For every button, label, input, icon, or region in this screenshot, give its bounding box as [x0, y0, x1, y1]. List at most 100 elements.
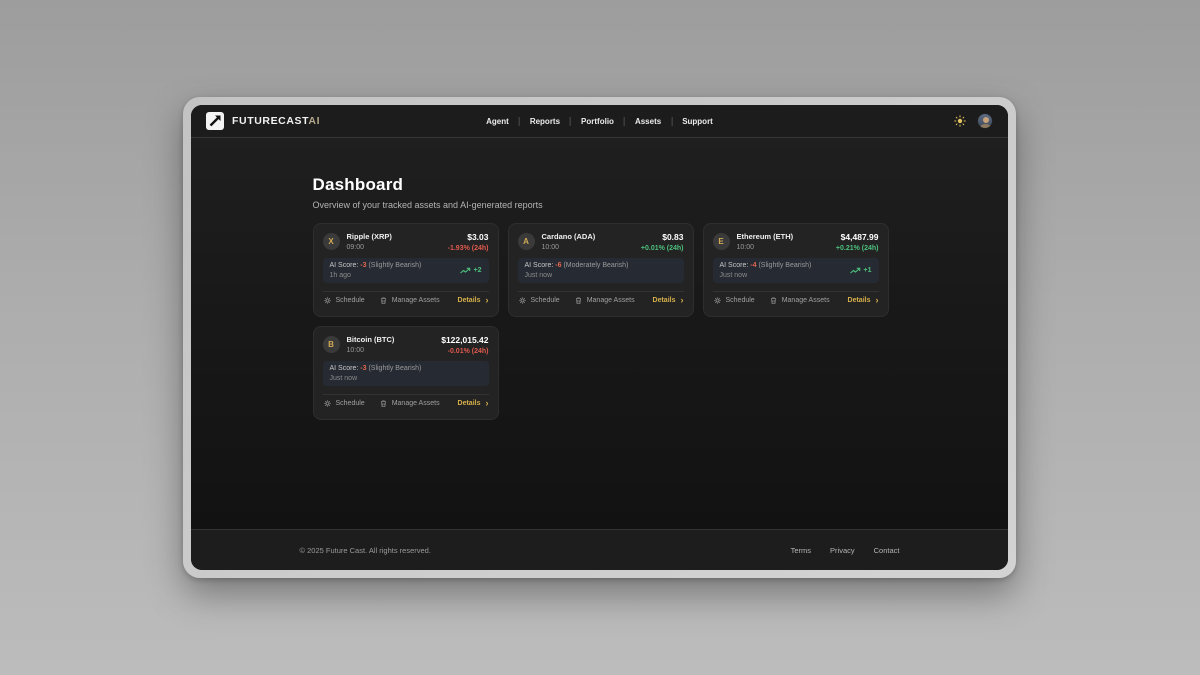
nav-item-agent[interactable]: Agent: [476, 117, 519, 126]
schedule-label: Schedule: [336, 400, 365, 407]
trash-icon: [379, 296, 388, 305]
details-link[interactable]: Details ›: [458, 400, 489, 407]
schedule-label: Schedule: [726, 297, 755, 304]
ai-score-box: AI Score: -6 (Moderately Bearish) Just n…: [518, 258, 684, 283]
ai-score-label: AI Score:: [330, 262, 359, 269]
asset-price: $4,487.99: [836, 232, 879, 242]
card-header: A Cardano (ADA) 10:00 $0.83 +0.01% (24h): [518, 232, 684, 252]
footer-link-privacy[interactable]: Privacy: [830, 546, 855, 555]
main-content: Dashboard Overview of your tracked asset…: [191, 138, 1008, 529]
gear-icon: [518, 296, 527, 305]
page-subtitle: Overview of your tracked assets and AI-g…: [313, 200, 887, 210]
ai-score-value: -6: [555, 262, 561, 269]
asset-price: $0.83: [641, 232, 684, 242]
asset-initial-badge: B: [323, 336, 340, 353]
brand-name: FUTURECASTAI: [232, 115, 320, 127]
manage-assets-button[interactable]: Manage Assets: [769, 296, 830, 305]
chevron-right-icon: ›: [876, 297, 879, 304]
asset-change: -1.93% (24h): [448, 245, 489, 252]
trend-value: +2: [474, 267, 482, 274]
card-actions: Schedule Manage Assets Details ›: [713, 292, 879, 308]
manage-assets-button[interactable]: Manage Assets: [574, 296, 635, 305]
footer-link-terms[interactable]: Terms: [791, 546, 811, 555]
asset-name: Cardano (ADA): [542, 232, 596, 241]
card-header: E Ethereum (ETH) 10:00 $4,487.99 +0.21% …: [713, 232, 879, 252]
brand-name-accent: AI: [308, 115, 320, 127]
manage-assets-label: Manage Assets: [587, 297, 635, 304]
ai-score-label: AI Score:: [525, 262, 554, 269]
asset-card-cardano: A Cardano (ADA) 10:00 $0.83 +0.01% (24h): [508, 223, 694, 317]
chevron-right-icon: ›: [486, 400, 489, 407]
schedule-button[interactable]: Schedule: [713, 296, 755, 305]
trend-badge: +1: [850, 267, 872, 275]
theme-toggle-sun-icon[interactable]: [954, 115, 966, 127]
footer-inner: © 2025 Future Cast. All rights reserved.…: [300, 546, 900, 555]
brand[interactable]: FUTURECASTAI: [206, 112, 320, 130]
trend-value: +1: [864, 267, 872, 274]
details-label: Details: [458, 297, 481, 304]
manage-assets-button[interactable]: Manage Assets: [379, 399, 440, 408]
trend-badge: +2: [460, 267, 482, 275]
ai-score-desc: (Slightly Bearish): [368, 262, 421, 269]
asset-initial-badge: X: [323, 233, 340, 250]
ai-score-box: AI Score: -3 (Slightly Bearish) 1h ago +…: [323, 258, 489, 283]
asset-price: $3.03: [448, 232, 489, 242]
gear-icon: [713, 296, 722, 305]
ai-score-updated: 1h ago: [330, 272, 422, 279]
ai-score-desc: (Slightly Bearish): [758, 262, 811, 269]
manage-assets-label: Manage Assets: [392, 297, 440, 304]
ai-score-value: -4: [750, 262, 756, 269]
details-link[interactable]: Details ›: [653, 297, 684, 304]
footer-link-contact[interactable]: Contact: [874, 546, 900, 555]
dashboard-container: Dashboard Overview of your tracked asset…: [313, 138, 887, 529]
trash-icon: [574, 296, 583, 305]
asset-initial-badge: E: [713, 233, 730, 250]
manage-assets-label: Manage Assets: [782, 297, 830, 304]
ai-score-updated: Just now: [720, 272, 812, 279]
asset-time: 10:00: [347, 347, 395, 354]
asset-change: +0.01% (24h): [641, 245, 684, 252]
chevron-right-icon: ›: [486, 297, 489, 304]
details-label: Details: [653, 297, 676, 304]
trend-up-icon: [850, 267, 861, 275]
nav-item-support[interactable]: Support: [672, 117, 723, 126]
ai-score-desc: (Moderately Bearish): [563, 262, 628, 269]
asset-card-ethereum: E Ethereum (ETH) 10:00 $4,487.99 +0.21% …: [703, 223, 889, 317]
top-navbar: FUTURECASTAI Agent Reports Portfolio Ass…: [191, 105, 1008, 138]
schedule-button[interactable]: Schedule: [323, 399, 365, 408]
main-nav: Agent Reports Portfolio Assets Support: [476, 117, 723, 126]
manage-assets-label: Manage Assets: [392, 400, 440, 407]
asset-card-ripple: X Ripple (XRP) 09:00 $3.03 -1.93% (24h): [313, 223, 499, 317]
ai-score-desc: (Slightly Bearish): [368, 365, 421, 372]
asset-change: -0.01% (24h): [441, 348, 488, 355]
details-link[interactable]: Details ›: [458, 297, 489, 304]
schedule-label: Schedule: [531, 297, 560, 304]
trash-icon: [379, 399, 388, 408]
ai-score-updated: Just now: [330, 375, 422, 382]
schedule-button[interactable]: Schedule: [323, 296, 365, 305]
details-link[interactable]: Details ›: [848, 297, 879, 304]
asset-initial-badge: A: [518, 233, 535, 250]
brand-name-primary: FUTURECAST: [232, 115, 308, 127]
ai-score-label: AI Score:: [330, 365, 359, 372]
chevron-right-icon: ›: [681, 297, 684, 304]
manage-assets-button[interactable]: Manage Assets: [379, 296, 440, 305]
nav-item-reports[interactable]: Reports: [520, 117, 570, 126]
nav-item-portfolio[interactable]: Portfolio: [571, 117, 624, 126]
app-screen: FUTURECASTAI Agent Reports Portfolio Ass…: [191, 105, 1008, 570]
gear-icon: [323, 399, 332, 408]
asset-name: Bitcoin (BTC): [347, 335, 395, 344]
user-avatar[interactable]: [977, 113, 993, 129]
ai-score-value: -3: [360, 262, 366, 269]
asset-time: 09:00: [347, 244, 392, 251]
ai-score-label: AI Score:: [720, 262, 749, 269]
gear-icon: [323, 296, 332, 305]
footer-links: Terms Privacy Contact: [791, 546, 900, 555]
page-title: Dashboard: [313, 175, 887, 195]
footer: © 2025 Future Cast. All rights reserved.…: [191, 529, 1008, 570]
asset-time: 10:00: [542, 244, 596, 251]
schedule-label: Schedule: [336, 297, 365, 304]
nav-item-assets[interactable]: Assets: [625, 117, 671, 126]
schedule-button[interactable]: Schedule: [518, 296, 560, 305]
asset-name: Ethereum (ETH): [737, 232, 794, 241]
